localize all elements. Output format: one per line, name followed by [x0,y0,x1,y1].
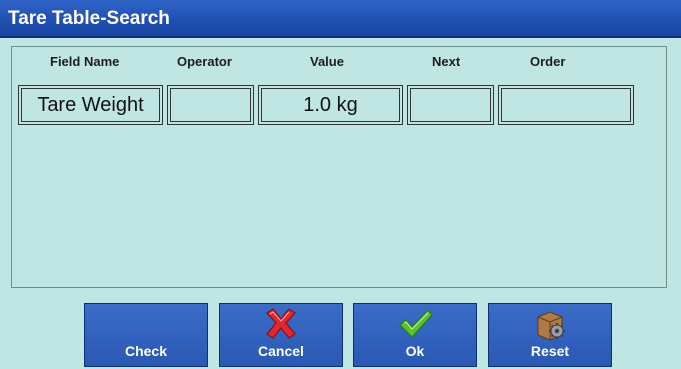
header-order: Order [530,54,566,69]
header-next: Next [432,54,461,69]
cancel-button-label: Cancel [258,343,304,359]
reset-button-label: Reset [530,343,570,359]
operator-cell[interactable] [167,85,254,125]
ok-button-label: Ok [405,343,425,359]
header-value: Value [310,54,344,69]
order-cell[interactable] [498,85,634,125]
value-cell[interactable]: 1.0 kg [258,85,403,125]
header-field-name: Field Name [50,54,120,69]
value-value: 1.0 kg [303,93,358,116]
check-button-label: Check [124,343,168,359]
field-name-value: Tare Weight [37,93,144,116]
cancel-button[interactable]: Cancel [219,303,343,367]
header-operator: Operator [177,54,232,69]
red-x-icon [266,308,296,339]
green-checkmark-icon [399,309,433,338]
box-gear-icon [537,311,565,341]
reset-button[interactable]: Reset [488,303,612,367]
ok-button[interactable]: Ok [353,303,477,367]
check-button[interactable]: Check [84,303,208,367]
window-title: Tare Table-Search [8,8,170,29]
field-name-cell[interactable]: Tare Weight [18,85,163,125]
title-bar: Tare Table-Search [0,0,681,38]
search-criteria-panel: Field Name Operator Value Next Order Tar… [11,46,667,288]
next-cell[interactable] [407,85,494,125]
